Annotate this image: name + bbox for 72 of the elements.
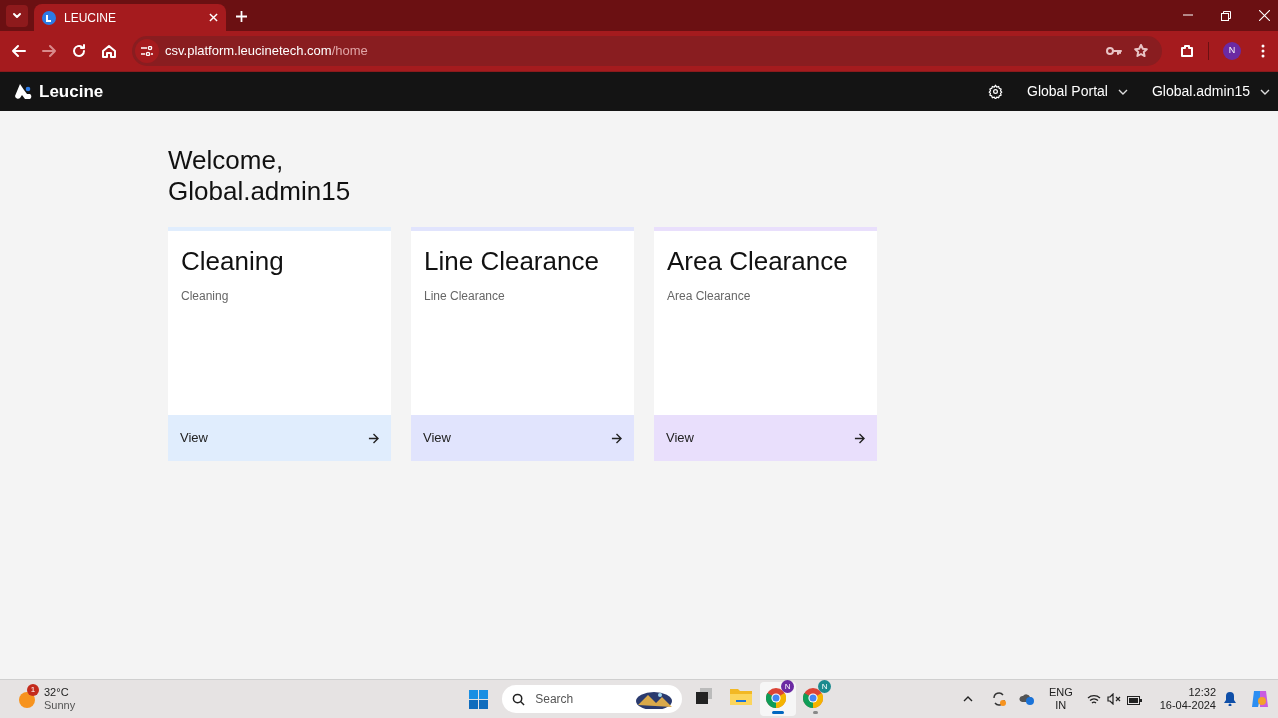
user-menu[interactable]: Global.admin15 <box>1151 81 1270 102</box>
browser-tab[interactable]: LEUCINE <box>34 4 226 31</box>
card-title: Line Clearance <box>424 245 600 278</box>
more-icon[interactable] <box>1261 44 1265 58</box>
profile-badge: N <box>781 680 795 693</box>
search-icon <box>512 692 526 706</box>
url-text: csv.platform.leucinetech.com/home <box>165 42 368 61</box>
tab-list-button[interactable] <box>6 5 28 27</box>
arrow-right-icon <box>611 432 622 444</box>
welcome-heading: Welcome, <box>168 145 285 176</box>
extensions-icon[interactable] <box>1180 44 1194 58</box>
app-logo-icon <box>42 10 56 25</box>
card-subtitle: Area Clearance <box>667 288 752 305</box>
profile-avatar[interactable]: N <box>1223 42 1241 60</box>
tune-icon <box>141 46 153 56</box>
back-icon[interactable] <box>12 44 26 58</box>
battery-icon[interactable] <box>1126 693 1142 705</box>
leucine-logo-icon <box>14 82 33 101</box>
browser-icon <box>803 688 824 708</box>
chevron-down-icon <box>1260 88 1270 95</box>
welcome-heading: Global.admin15 <box>168 176 352 207</box>
sync-icon[interactable] <box>990 691 1007 707</box>
chevron-down-icon <box>12 11 22 21</box>
forward-icon[interactable] <box>42 44 56 58</box>
reload-icon[interactable] <box>72 44 86 58</box>
key-icon[interactable] <box>1106 46 1122 56</box>
portal-dropdown[interactable]: Global Portal <box>1027 81 1128 102</box>
arrow-right-icon <box>854 432 865 444</box>
start-icon[interactable] <box>469 689 489 709</box>
chevron-down-icon <box>1117 88 1128 95</box>
temperature: 32°C <box>44 686 70 699</box>
bell-icon[interactable] <box>1224 692 1236 706</box>
restore-icon[interactable] <box>1221 11 1231 21</box>
folder-icon <box>730 687 753 705</box>
browser-icon <box>766 688 787 708</box>
landscape-icon <box>636 689 673 709</box>
cloud-icon[interactable] <box>1018 692 1035 706</box>
wifi-icon[interactable] <box>1086 693 1101 705</box>
chevron-up-icon[interactable] <box>962 696 973 702</box>
close-icon[interactable] <box>1259 10 1270 21</box>
star-icon[interactable] <box>1134 44 1148 58</box>
site-info-button[interactable] <box>135 39 159 63</box>
card-title: Cleaning <box>181 245 285 278</box>
taskbar-app[interactable]: N <box>760 682 797 716</box>
view-button[interactable]: View <box>654 415 877 461</box>
sun-icon <box>18 691 36 709</box>
task-view-icon <box>695 688 714 704</box>
profile-badge: N <box>818 680 832 693</box>
arrow-right-icon <box>368 432 379 444</box>
language-indicator[interactable]: IN <box>1055 699 1067 712</box>
home-icon[interactable] <box>102 44 116 58</box>
clock-date[interactable]: 16-04-2024 <box>1159 699 1216 712</box>
card-subtitle: Cleaning <box>181 288 230 305</box>
weather-condition: Sunny <box>44 699 76 712</box>
notification-badge: 1 <box>27 684 39 696</box>
new-tab-icon[interactable] <box>236 11 247 22</box>
search-input[interactable]: Search <box>535 690 626 708</box>
close-icon[interactable] <box>209 13 218 22</box>
taskbar-app[interactable]: N <box>797 682 834 716</box>
tab-title: LEUCINE <box>64 9 117 27</box>
view-button[interactable]: View <box>168 415 391 461</box>
settings-icon[interactable] <box>988 84 1003 99</box>
language-indicator[interactable]: ENG <box>1048 686 1073 699</box>
brand-name: Leucine <box>39 80 104 103</box>
search-field[interactable]: Search <box>502 685 683 713</box>
card-subtitle: Line Clearance <box>424 288 506 305</box>
copilot-icon[interactable] <box>1250 689 1270 709</box>
card-title: Area Clearance <box>667 245 849 278</box>
muted-speaker-icon[interactable] <box>1106 693 1121 705</box>
address-bar[interactable]: csv.platform.leucinetech.com/home <box>132 36 1162 66</box>
clock-time[interactable]: 12:32 <box>1188 686 1216 699</box>
view-button[interactable]: View <box>411 415 634 461</box>
